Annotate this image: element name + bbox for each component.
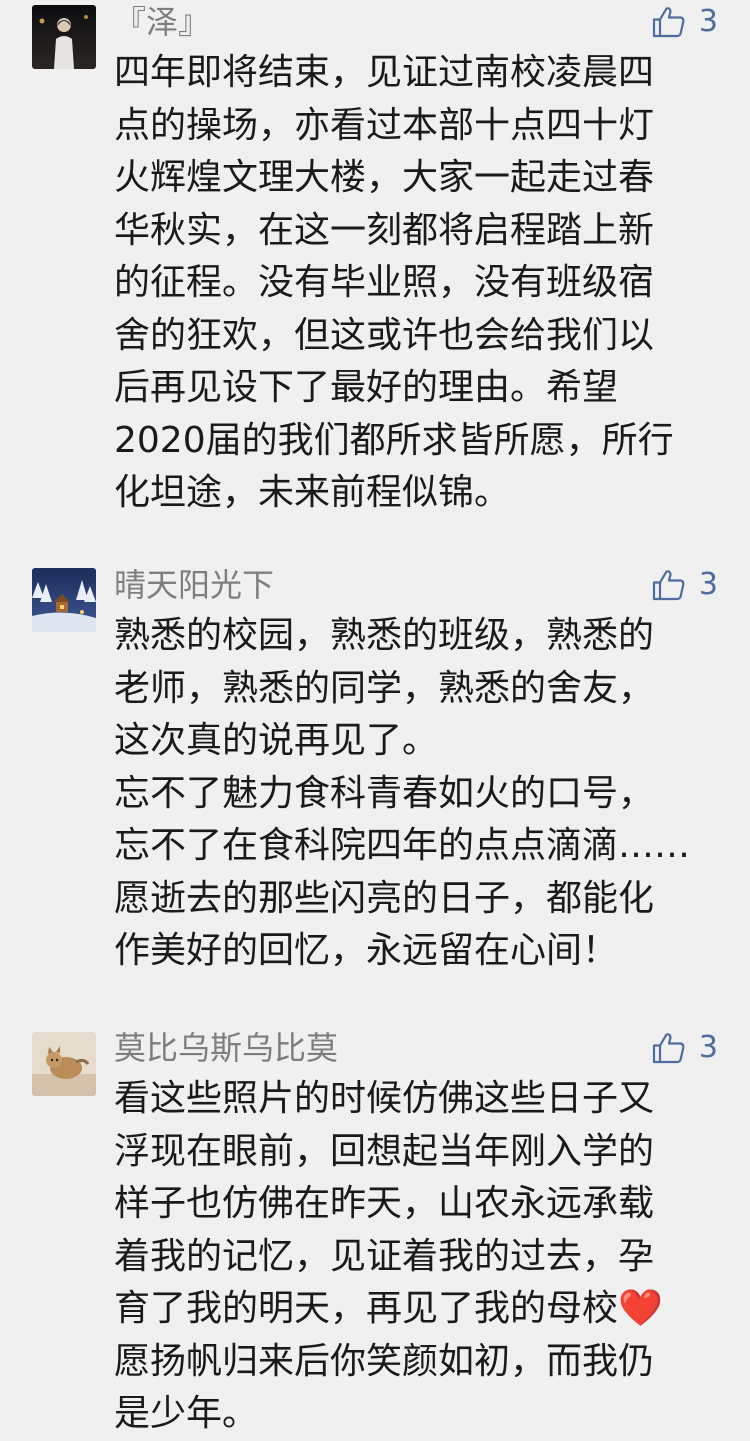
comment-line: 作美好的回忆，永远留在心间！ [114, 930, 619, 971]
comment-line: 华秋实，在这一刻都将启程踏上新 [114, 209, 655, 251]
comment-text: 熟悉的校园，熟悉的班级，熟悉的 老师，熟悉的同学，熟悉的舍友， 这次真的说再见了… [114, 610, 724, 978]
like-count: 3 [698, 567, 718, 602]
comment-nickname[interactable]: 晴天阳光下 [114, 565, 274, 605]
comment-text: 看这些照片的时候仿佛这些日子又 浮现在眼前，回想起当年刚入学的 样子也仿佛在昨天… [114, 1073, 724, 1441]
comment-line: 2020届的我们都所求皆所愿，所行 [114, 419, 674, 461]
comment-line: 点的操场，亦看过本部十点四十灯 [114, 104, 655, 146]
comment-line: 忘不了在食科院四年的点点滴滴…… [114, 825, 691, 866]
comment-line: 四年即将结束，见证过南校凌晨四 [114, 52, 655, 93]
thumbs-up-icon [652, 1033, 685, 1064]
avatar[interactable] [32, 568, 96, 632]
comment-line: 育了我的明天，再见了我的母校❤️ [114, 1288, 663, 1329]
like-button[interactable]: 3 [651, 1028, 718, 1068]
comment-line: 舍的狂欢，但这或许也会给我们以 [114, 314, 655, 356]
comment-nickname[interactable]: 『泽』 [114, 2, 210, 42]
comment-line: 后再见设下了最好的理由。希望 [114, 367, 619, 408]
like-button[interactable]: 3 [651, 2, 718, 42]
comment-line: 看这些照片的时候仿佛这些日子又 [114, 1078, 655, 1119]
like-count: 3 [698, 4, 718, 39]
comment-line: 熟悉的校园，熟悉的班级，熟悉的 [114, 615, 655, 656]
comment-line: 是少年。 [114, 1393, 259, 1434]
avatar[interactable] [32, 1032, 96, 1096]
person-photo-avatar-icon [32, 5, 96, 69]
comment-line: 愿扬帆归来后你笑颜如初，而我仍 [114, 1340, 655, 1382]
comment-line: 愿逝去的那些闪亮的日子，都能化 [114, 877, 655, 919]
comment-line: 忘不了魅力食科青春如火的口号， [114, 772, 655, 814]
avatar[interactable] [32, 5, 96, 69]
like-count: 3 [698, 1030, 718, 1065]
thumbs-up-icon [652, 570, 685, 601]
cat-photo-avatar-icon [32, 1032, 96, 1096]
thumbs-up-icon [652, 7, 685, 38]
comment-line: 化坦途，未来前程似锦。 [114, 472, 511, 513]
comment-line: 着我的记忆，见证着我的过去，孕 [114, 1235, 655, 1277]
comment-line: 浮现在眼前，回想起当年刚入学的 [114, 1130, 655, 1172]
comment-line: 这次真的说再见了。 [114, 720, 439, 761]
comment-line: 火辉煌文理大楼，大家一起走过春 [114, 157, 655, 198]
comment-nickname[interactable]: 莫比乌斯乌比莫 [114, 1028, 338, 1068]
comment-line: 样子也仿佛在昨天，山农永远承载 [114, 1183, 655, 1224]
comment-line: 的征程。没有毕业照，没有班级宿 [114, 262, 655, 303]
comment-text: 四年即将结束，见证过南校凌晨四 点的操场，亦看过本部十点四十灯 火辉煌文理大楼，… [114, 47, 724, 520]
comment-line: 老师，熟悉的同学，熟悉的舍友， [114, 667, 655, 709]
like-button[interactable]: 3 [651, 565, 718, 605]
snowy-cabin-avatar-icon [32, 568, 96, 632]
